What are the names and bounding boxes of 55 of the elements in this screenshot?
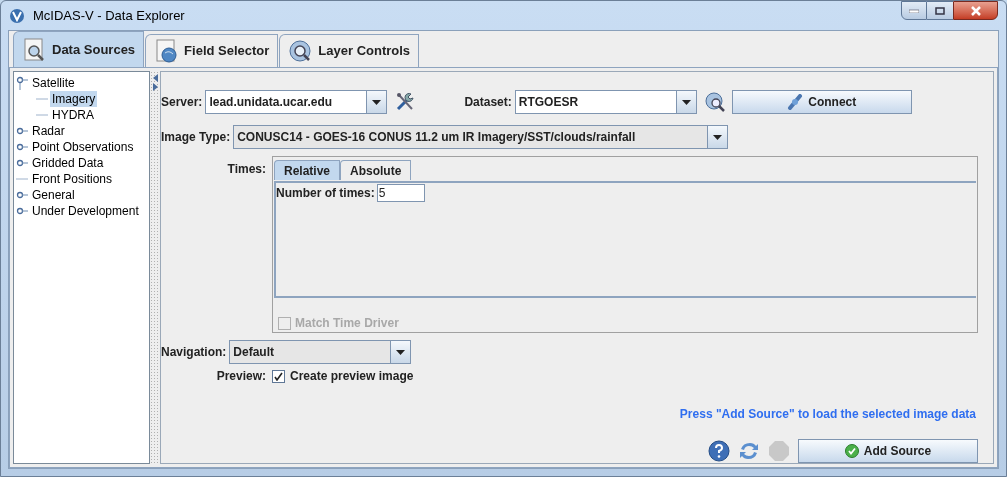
- checkmark-icon: [274, 371, 283, 381]
- field-label: Dataset:: [464, 94, 513, 111]
- minimize-icon: [909, 8, 919, 13]
- tree-item[interactable]: General: [30, 187, 77, 203]
- document-magnifier-icon: [22, 37, 46, 62]
- dropdown[interactable]: Default: [229, 340, 412, 364]
- field-label: Times:: [226, 161, 267, 178]
- tab[interactable]: Relative: [274, 160, 341, 180]
- tools-icon[interactable]: [394, 91, 417, 113]
- maximize-button[interactable]: [927, 1, 953, 20]
- tree-item[interactable]: Point Observations: [30, 139, 136, 155]
- field-label: Image Type:: [161, 129, 232, 146]
- globe-magnifier-icon: [288, 39, 313, 63]
- tree-item[interactable]: Under Development: [30, 203, 141, 219]
- dropdown-arrow-icon[interactable]: [396, 349, 406, 355]
- connect-button[interactable]: Connect: [731, 90, 912, 114]
- dropdown-arrow-icon[interactable]: [372, 99, 382, 105]
- dropdown-arrow-icon[interactable]: [681, 99, 691, 105]
- checkbox-label: Match Time Driver: [295, 315, 399, 332]
- field-label: Preview:: [215, 368, 267, 385]
- close-icon: [969, 5, 982, 16]
- globe-magnifier-icon[interactable]: [703, 91, 726, 113]
- dropdown[interactable]: lead.unidata.ucar.edu: [205, 90, 388, 114]
- window-title: McIDAS-V - Data Explorer: [33, 6, 185, 25]
- help-icon[interactable]: [708, 440, 730, 462]
- dropdown-arrow-icon[interactable]: [713, 134, 723, 140]
- document-globe-icon: [154, 39, 179, 63]
- close-button[interactable]: [953, 1, 998, 20]
- hint-text: Press "Add Source" to load the selected image data: [679, 406, 976, 423]
- checkbox[interactable]: [272, 369, 285, 383]
- tree-item[interactable]: Satellite: [30, 75, 77, 91]
- maximize-icon: [935, 6, 945, 15]
- refresh-icon[interactable]: [738, 440, 760, 462]
- tree-item[interactable]: Front Positions: [30, 171, 115, 187]
- checkbox-label: Create preview image: [290, 368, 414, 385]
- field-label: Number of times:: [276, 184, 375, 202]
- tree-item[interactable]: Gridded Data: [30, 155, 106, 171]
- number-field[interactable]: 5: [376, 183, 425, 202]
- tab[interactable]: Field Selector: [145, 34, 279, 67]
- dropdown[interactable]: CONUSC14 - GOES-16 CONUS 11.2 um IR Imagery/SST/clouds/rainfall: [233, 125, 729, 149]
- plug-icon: [787, 94, 804, 110]
- field-label: Server:: [161, 94, 204, 111]
- tab[interactable]: Layer Controls: [279, 34, 420, 67]
- add-source-button[interactable]: Add Source: [798, 439, 978, 463]
- tree-item[interactable]: HYDRA: [50, 107, 96, 123]
- dropdown[interactable]: RTGOESR: [514, 90, 697, 114]
- expanded-node-icon[interactable]: [16, 76, 28, 90]
- field-label: Navigation:: [161, 344, 228, 361]
- tree-item[interactable]: Imagery: [50, 91, 98, 107]
- tab[interactable]: Data Sources: [13, 31, 145, 67]
- check-circle-icon: [844, 444, 859, 458]
- tree-item[interactable]: Radar: [30, 123, 67, 139]
- app-logo-icon: [9, 7, 25, 24]
- minimize-button[interactable]: [901, 1, 927, 20]
- tab[interactable]: Absolute: [340, 160, 412, 180]
